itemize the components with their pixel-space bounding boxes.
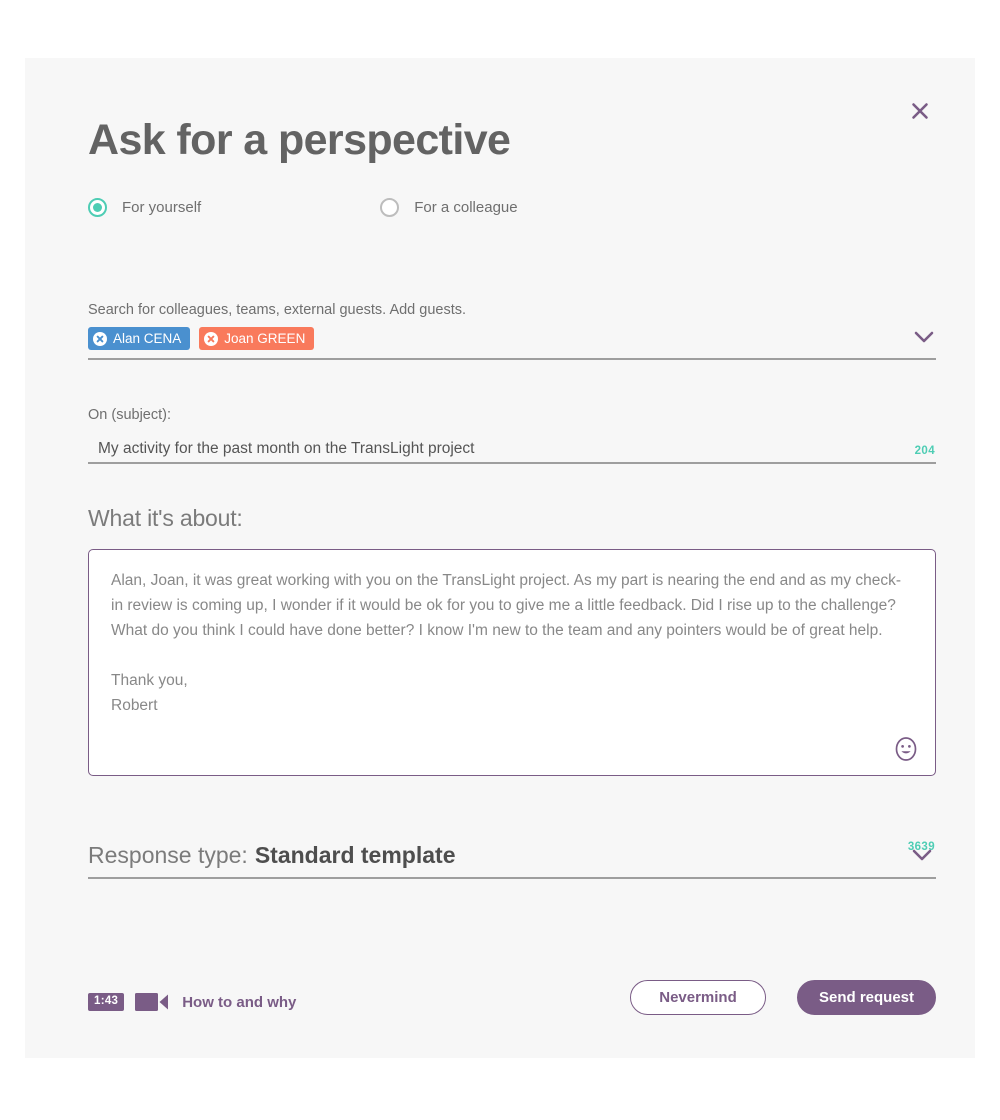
dialog-actions: Nevermind Send request: [630, 980, 936, 1015]
send-request-button[interactable]: Send request: [797, 980, 936, 1015]
recipients-section: Search for colleagues, teams, external g…: [88, 302, 936, 360]
message-text: Alan, Joan, it was great working with yo…: [111, 572, 902, 714]
recipient-tag[interactable]: Alan CENA: [88, 327, 191, 350]
radio-for-yourself[interactable]: For yourself: [88, 198, 201, 217]
response-type-value: Standard template: [254, 842, 456, 868]
subject-input[interactable]: My activity for the past month on the Tr…: [88, 435, 936, 464]
subject-section: On (subject): My activity for the past m…: [88, 406, 936, 464]
subject-value: My activity for the past month on the Tr…: [98, 439, 475, 457]
subject-char-counter: 204: [914, 445, 935, 457]
radio-for-yourself-label: For yourself: [122, 199, 202, 216]
response-type-label: Response type:: [88, 842, 248, 868]
response-type-select[interactable]: Response type: Standard template: [88, 834, 936, 879]
radio-mark-icon: [380, 198, 400, 217]
close-icon[interactable]: [907, 98, 933, 124]
recipient-tag[interactable]: Joan GREEN: [199, 327, 315, 350]
radio-for-a-colleague-label: For a colleague: [414, 199, 518, 216]
message-textarea[interactable]: Alan, Joan, it was great working with yo…: [88, 549, 936, 776]
emoji-smiley-icon[interactable]: [893, 736, 919, 762]
chevron-down-icon[interactable]: [912, 329, 936, 350]
recipient-tag-label: Alan CENA: [113, 331, 182, 346]
message-section: What it's about: Alan, Joan, it was grea…: [88, 505, 936, 853]
audience-radio-group: For yourself For a colleague: [88, 198, 518, 217]
chevron-down-icon[interactable]: [910, 847, 934, 868]
how-to-and-why-label: How to and why: [182, 993, 297, 1011]
video-camera-icon: [135, 993, 169, 1011]
cancel-button[interactable]: Nevermind: [630, 980, 766, 1015]
subject-label: On (subject):: [88, 407, 171, 423]
ask-perspective-dialog: Ask for a perspective For yourself For a…: [25, 58, 975, 1058]
remove-tag-icon[interactable]: [204, 331, 219, 346]
radio-mark-icon: [88, 198, 107, 217]
radio-for-a-colleague[interactable]: For a colleague: [380, 198, 518, 217]
recipients-label: Search for colleagues, teams, external g…: [88, 302, 467, 318]
remove-tag-icon[interactable]: [93, 331, 107, 346]
message-heading: What it's about:: [88, 505, 243, 531]
video-duration-badge: 1:43: [88, 993, 125, 1011]
how-to-and-why-link[interactable]: 1:43 How to and why: [88, 991, 296, 1013]
recipient-tag-label: Joan GREEN: [224, 331, 306, 346]
recipients-input[interactable]: Alan CENA Joan GREEN: [88, 327, 936, 360]
page-title: Ask for a perspective: [88, 116, 511, 164]
